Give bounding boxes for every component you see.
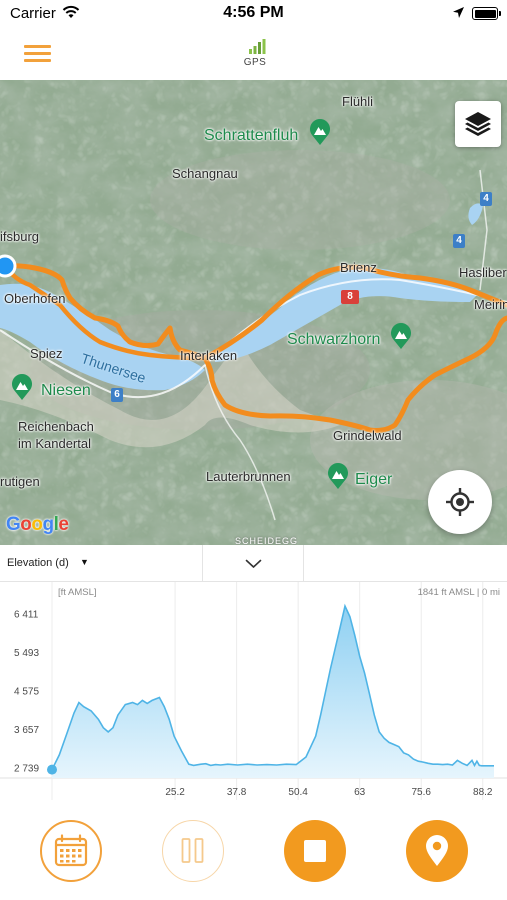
status-time: 4:56 PM xyxy=(223,4,284,21)
chart-start-marker xyxy=(47,764,57,775)
place-label-grindelwald: Grindelwald xyxy=(333,428,402,443)
elevation-chart[interactable]: [ft AMSL] 1841 ft AMSL | 0 mi 2 739 3 657… xyxy=(0,582,507,800)
google-logo-letter: o xyxy=(20,514,32,535)
place-label-frutigen: rutigen xyxy=(0,474,40,489)
peak-label-eiger: Eiger xyxy=(355,471,393,488)
mountain-icon xyxy=(310,119,330,145)
collapse-chart-button[interactable] xyxy=(203,545,304,582)
map-layers-button[interactable] xyxy=(455,101,501,147)
gps-label: GPS xyxy=(243,57,267,68)
place-label-oberhofen: Oberhofen xyxy=(4,291,66,306)
road-shield-8: 8 xyxy=(341,290,359,304)
pause-icon xyxy=(181,838,204,863)
x-tick-label: 25.2 xyxy=(165,787,185,798)
road-shield-4: 4 xyxy=(453,234,465,248)
elevation-chart-svg[interactable]: [ft AMSL] 1841 ft AMSL | 0 mi 2 739 3 657… xyxy=(0,582,507,800)
locate-me-button[interactable] xyxy=(428,470,492,534)
mountain-icon xyxy=(391,323,411,349)
x-tick-label: 37.8 xyxy=(227,787,247,798)
calendar-icon xyxy=(54,834,88,867)
chart-controls-row: Elevation (d) ▼ xyxy=(0,545,507,582)
y-tick-label: 2 739 xyxy=(14,763,39,774)
x-tick-label: 50.4 xyxy=(288,787,308,798)
x-tick-label: 63 xyxy=(354,787,366,798)
hamburger-menu-button[interactable] xyxy=(24,43,52,63)
recording-action-bar xyxy=(0,800,507,900)
google-attribution[interactable]: Google xyxy=(6,514,69,536)
nav-bar: GPS xyxy=(0,28,507,80)
y-tick-label: 3 657 xyxy=(14,725,39,736)
menu-line xyxy=(24,59,51,62)
peak-label-schrattenfluh: Schrattenfluh xyxy=(204,127,299,144)
status-bar: Carrier 4:56 PM xyxy=(0,0,507,28)
y-tick-label: 6 411 xyxy=(14,610,39,621)
y-tick-label: 4 575 xyxy=(14,687,39,698)
peak-label-niesen: Niesen xyxy=(41,382,91,399)
graph-type-label: Elevation (d) xyxy=(7,557,69,569)
dropdown-arrow-icon: ▼ xyxy=(80,557,89,567)
graph-type-select[interactable]: Elevation (d) ▼ xyxy=(0,545,203,582)
reichenbach-line: Reichenbach im Kandertal xyxy=(18,419,94,451)
menu-line xyxy=(24,45,51,48)
google-logo-letter: o xyxy=(31,514,43,535)
layers-icon xyxy=(465,112,491,136)
map-view[interactable]: Flühli Schangnau ifsburg Oberhofen Spiez… xyxy=(0,80,507,545)
gps-signal-indicator: GPS xyxy=(238,38,272,70)
x-tick-label: 88.2 xyxy=(473,787,493,798)
place-label-reichenbach: Reichenbach im Kandertal xyxy=(18,418,94,452)
place-label-sigriswil: ifsburg xyxy=(0,229,40,244)
place-label-lauterbrunnen: Lauterbrunnen xyxy=(206,469,291,484)
google-logo-letter: G xyxy=(6,514,21,535)
road-shield-4: 4 xyxy=(480,192,492,206)
place-label-meiringen: Meirin xyxy=(474,297,507,312)
stop-recording-button[interactable] xyxy=(284,820,346,882)
mountain-icon xyxy=(12,374,32,400)
place-label-spiez: Spiez xyxy=(30,346,63,361)
place-label-hasliberg: Hasliber xyxy=(459,265,507,280)
menu-line xyxy=(24,52,51,55)
elevation-area xyxy=(52,606,494,778)
add-waypoint-button[interactable] xyxy=(406,820,468,882)
place-label-fluhli: Flühli xyxy=(342,94,374,109)
battery-cap xyxy=(499,11,501,16)
place-label-interlaken: Interlaken xyxy=(180,348,238,363)
x-tick-label: 75.6 xyxy=(411,787,431,798)
road-shield-6: 6 xyxy=(111,388,123,402)
chart-unit-label: [ft AMSL] xyxy=(58,587,97,598)
battery-icon xyxy=(472,7,498,20)
history-calendar-button[interactable] xyxy=(40,820,102,882)
y-tick-label: 5 493 xyxy=(14,648,39,659)
chart-readout: 1841 ft AMSL | 0 mi xyxy=(418,587,500,598)
controls-empty-cell xyxy=(304,545,507,582)
place-label-brienz: Brienz xyxy=(340,260,377,275)
place-label-schangnau: Schangnau xyxy=(172,166,238,181)
track-start-marker xyxy=(0,254,17,278)
crosshair-icon xyxy=(446,488,474,516)
map-pin-icon xyxy=(426,835,448,866)
google-logo-letter: g xyxy=(42,514,55,535)
chevron-down-icon xyxy=(245,559,262,568)
place-label-scheidegg: SCHEIDEGG xyxy=(235,536,299,545)
google-logo-letter: e xyxy=(58,514,69,535)
location-arrow-icon xyxy=(453,7,464,18)
peak-label-schwarzhorn: Schwarzhorn xyxy=(287,331,381,348)
signal-bars-icon xyxy=(249,39,266,54)
stop-icon xyxy=(304,840,326,862)
mountain-icon xyxy=(328,463,348,489)
pause-recording-button[interactable] xyxy=(162,820,224,882)
